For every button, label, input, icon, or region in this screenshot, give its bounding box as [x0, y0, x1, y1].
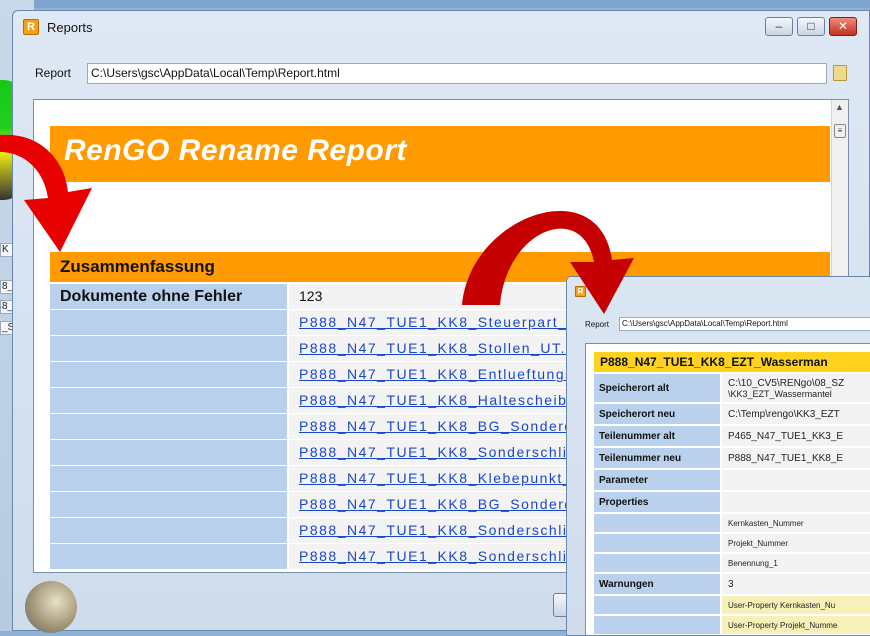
window-title: Reports [47, 20, 93, 35]
row-label [50, 414, 287, 439]
document-link[interactable]: P888_N47_TUE1_KK8_Sonderschlitz [299, 444, 581, 460]
path-line: C:\10_CV5\RENgo\08_SZ [728, 377, 845, 389]
row-label: Properties [594, 492, 720, 512]
row-label [594, 514, 720, 532]
document-link[interactable]: P888_N47_TUE1_KK8_Klebepunkt_W [299, 470, 587, 486]
row-label: Speicherort neu [594, 404, 720, 424]
warning-cell: User-Property Projekt_Numme [722, 616, 870, 634]
scroll-up-icon[interactable]: ▲ [835, 102, 844, 112]
maximize-button[interactable]: □ [797, 17, 825, 36]
row-value: Benennung_1 [722, 554, 870, 572]
table-row: Parameter [594, 470, 870, 490]
table-row: Benennung_1 [594, 554, 870, 572]
table-row: User-Property Kernkasten_Nu [594, 596, 870, 614]
report-path-field[interactable]: C:\Users\gsc\AppData\Local\Temp\Report.h… [87, 63, 827, 84]
row-value [722, 470, 870, 490]
document-link[interactable]: P888_N47_TUE1_KK8_Stollen_UT.CA [299, 340, 588, 356]
app-icon: R [575, 286, 586, 297]
browse-folder-icon[interactable] [833, 65, 847, 81]
document-link[interactable]: P888_N47_TUE1_KK8_BG_Sonderdu [299, 496, 583, 512]
row-label: Parameter [594, 470, 720, 490]
row-value: P465_N47_TUE1_KK3_E [722, 426, 870, 446]
report-banner: RenGO Rename Report [50, 126, 830, 182]
row-label: Teilenummer neu [594, 448, 720, 468]
decorative-orb [25, 581, 77, 633]
row-value: C:\Temp\rengo\KK3_EZT [722, 404, 870, 424]
row-label [50, 336, 287, 361]
row-label [50, 362, 287, 387]
document-link[interactable]: P888_N47_TUE1_KK8_BG_Sonderdu [299, 418, 583, 434]
row-label [50, 518, 287, 543]
table-row: Speicherort alt C:\10_CV5\RENgo\08_SZ \KK3… [594, 374, 870, 402]
document-link[interactable]: P888_N47_TUE1_KK8_Sonderschlitz [299, 522, 581, 538]
row-label: Dokumente ohne Fehler [50, 284, 287, 309]
banner-title: RenGO Rename Report [64, 134, 407, 167]
table-row: Teilenummer alt P465_N47_TUE1_KK3_E [594, 426, 870, 446]
warning-cell: User-Property Kernkasten_Nu [722, 596, 870, 614]
table-row: User-Property Projekt_Numme [594, 616, 870, 634]
report-path-field[interactable]: C:\Users\gsc\AppData\Local\Temp\Report.h… [619, 317, 870, 331]
table-row: Speicherort neu C:\Temp\rengo\KK3_EZT [594, 404, 870, 424]
minimize-button[interactable]: – [765, 17, 793, 36]
scroll-thumb[interactable]: ≡ [834, 124, 846, 138]
row-value: Projekt_Nummer [722, 534, 870, 552]
titlebar[interactable]: R Reports – □ ✕ [13, 11, 869, 45]
row-label: Speicherort alt [594, 374, 720, 402]
row-value [722, 492, 870, 512]
row-value: Kernkasten_Nummer [722, 514, 870, 532]
table-row: Teilenummer neu P888_N47_TUE1_KK8_E [594, 448, 870, 468]
row-value: C:\10_CV5\RENgo\08_SZ \KK3_EZT_Wassermant… [722, 374, 870, 402]
document-link[interactable]: P888_N47_TUE1_KK8_Steuerpart_EZ [299, 314, 588, 330]
detail-report-window: R Rep Report C:\Users\gsc\AppData\Local\… [566, 276, 870, 636]
row-label [50, 440, 287, 465]
row-label [594, 596, 720, 614]
row-value: P888_N47_TUE1_KK8_E [722, 448, 870, 468]
window-title: Rep [591, 285, 610, 296]
detail-browser[interactable]: P888_N47_TUE1_KK8_EZT_Wasserman Speicher… [585, 343, 870, 635]
table-row: Properties [594, 492, 870, 512]
table-row: Warnungen 3 [594, 574, 870, 594]
desktop-strip [0, 0, 870, 8]
row-label [50, 492, 287, 517]
row-value: 3 [722, 574, 870, 594]
detail-table: Speicherort alt C:\10_CV5\RENgo\08_SZ \KK3… [594, 374, 870, 635]
row-label [594, 534, 720, 552]
close-button[interactable]: ✕ [829, 17, 857, 36]
row-label: Warnungen [594, 574, 720, 594]
row-label: Teilenummer alt [594, 426, 720, 446]
path-line: \KK3_EZT_Wassermantel [728, 388, 832, 399]
row-label [50, 310, 287, 335]
document-link[interactable]: P888_N47_TUE1_KK8_Entlueftungse [299, 366, 583, 382]
app-icon: R [23, 19, 39, 35]
row-label [594, 616, 720, 634]
document-link[interactable]: P888_N47_TUE1_KK8_Sonderschlitz [299, 548, 581, 564]
report-label: Report [35, 66, 72, 80]
report-label: Report [585, 320, 610, 329]
row-label [594, 554, 720, 572]
detail-header: P888_N47_TUE1_KK8_EZT_Wasserman [594, 352, 870, 372]
table-row: Kernkasten_Nummer [594, 514, 870, 532]
table-row: Projekt_Nummer [594, 534, 870, 552]
row-label [50, 466, 287, 491]
document-link[interactable]: P888_N47_TUE1_KK8_Haltescheibe_ [299, 392, 586, 408]
row-label [50, 388, 287, 413]
row-label [50, 544, 287, 569]
